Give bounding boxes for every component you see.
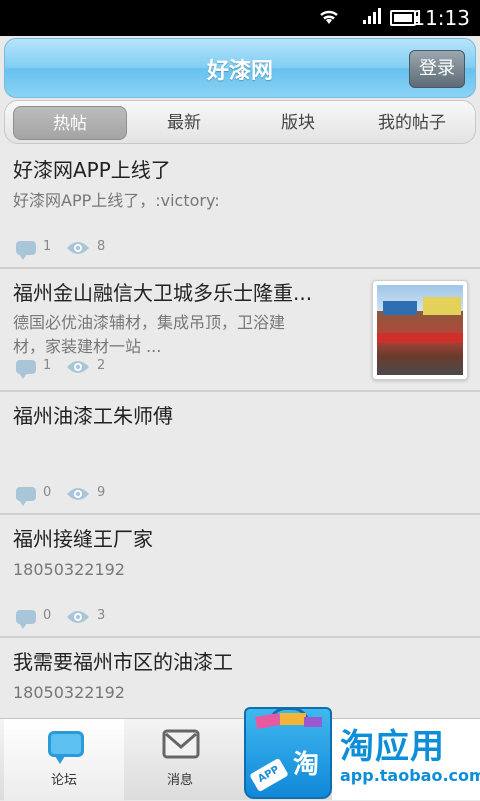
- post-item[interactable]: 好漆网APP上线了 好漆网APP上线了，:victory: 1 8: [0, 146, 480, 269]
- post-summary-line: 材，家装建材一站 ...: [13, 337, 162, 356]
- post-summary: 德国必优油漆辅材，集成吊顶，卫浴建 材，家装建材一站 ...: [13, 311, 363, 359]
- shopping-bag-icon: 淘 APP: [244, 707, 332, 799]
- view-count: 2: [97, 358, 106, 373]
- comment-icon: [16, 487, 36, 506]
- login-button[interactable]: 登录: [409, 50, 465, 88]
- nav-forum-label: 论坛: [50, 773, 77, 788]
- tab-latest[interactable]: 最新: [127, 106, 241, 140]
- tab-my-posts[interactable]: 我的帖子: [355, 106, 469, 140]
- nav-messages[interactable]: 消息: [130, 719, 230, 801]
- view-count: 3: [97, 608, 106, 623]
- bag-character: 淘: [292, 750, 319, 780]
- post-item[interactable]: 福州接缝王厂家 18050322192 0 3: [0, 515, 480, 638]
- comment-icon: [16, 360, 36, 379]
- wifi-icon: [320, 10, 338, 24]
- thumbnail-sign: [423, 297, 461, 315]
- post-title: 福州接缝王厂家: [13, 527, 153, 551]
- eye-icon: [67, 361, 89, 373]
- bag-item: [304, 717, 322, 727]
- post-summary: 18050322192: [13, 683, 125, 702]
- comment-count: 0: [43, 608, 52, 623]
- logo-url: app.taobao.com: [340, 766, 480, 785]
- post-title: 好漆网APP上线了: [13, 158, 171, 182]
- post-title: 福州金山融信大卫城多乐士隆重...: [13, 281, 313, 305]
- view-count: 9: [97, 485, 106, 500]
- app-header: 好漆网 登录: [4, 38, 476, 98]
- comment-icon: [16, 610, 36, 629]
- post-title: 我需要福州市区的油漆工: [13, 650, 233, 674]
- thumbnail-sign: [383, 301, 417, 315]
- thumbnail-building: [377, 311, 463, 375]
- comment-count: 1: [43, 358, 52, 373]
- status-bar: 11:13: [0, 0, 480, 36]
- eye-icon: [67, 611, 89, 623]
- post-summary: 18050322192: [13, 560, 125, 579]
- post-list: 好漆网APP上线了 好漆网APP上线了，:victory: 1 8 福州金山融信…: [0, 146, 480, 761]
- tab-bar: 热帖 最新 版块 我的帖子: [4, 100, 476, 144]
- signal-icon: [363, 8, 381, 24]
- bag-tag: APP: [249, 757, 289, 793]
- tab-hot[interactable]: 热帖: [13, 106, 127, 140]
- post-item[interactable]: 福州油漆工朱师傅 0 9: [0, 392, 480, 515]
- post-thumbnail[interactable]: [372, 280, 468, 380]
- logo-text: 淘应用: [340, 727, 445, 767]
- post-summary: 好漆网APP上线了，:victory:: [13, 191, 220, 210]
- thumbnail-sign: [377, 333, 463, 343]
- nav-messages-label: 消息: [166, 773, 193, 788]
- message-icon: [162, 729, 200, 759]
- post-title: 福州油漆工朱师傅: [13, 404, 173, 428]
- forum-icon: [48, 731, 84, 764]
- comment-count: 1: [43, 239, 52, 254]
- eye-icon: [67, 488, 89, 500]
- taobao-app-logo: 淘 APP 淘应用 app.taobao.com: [244, 705, 480, 800]
- comment-count: 0: [43, 485, 52, 500]
- post-summary-line: 德国必优油漆辅材，集成吊顶，卫浴建: [13, 313, 286, 332]
- tab-boards[interactable]: 版块: [241, 106, 355, 140]
- page-title: 好漆网: [206, 59, 273, 84]
- eye-icon: [67, 242, 89, 254]
- bag-item: [280, 713, 306, 725]
- post-item[interactable]: 福州金山融信大卫城多乐士隆重... 德国必优油漆辅材，集成吊顶，卫浴建 材，家装…: [0, 269, 480, 392]
- bag-item: [255, 713, 281, 729]
- view-count: 8: [97, 239, 106, 254]
- nav-forum[interactable]: 论坛: [4, 719, 124, 801]
- comment-icon: [16, 241, 36, 260]
- status-time: 11:13: [412, 6, 470, 30]
